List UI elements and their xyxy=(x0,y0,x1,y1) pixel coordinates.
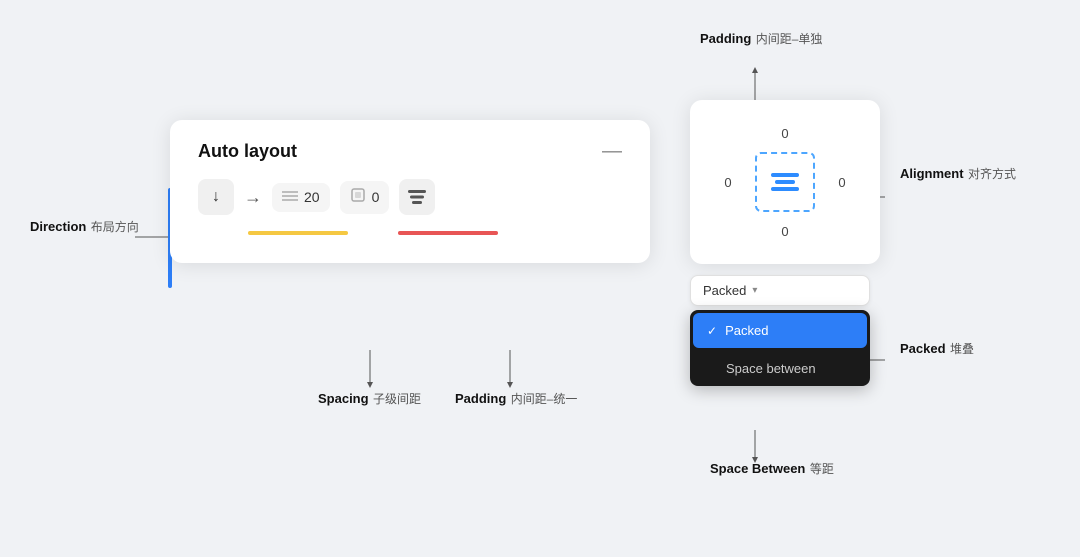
spacing-icon xyxy=(282,189,298,206)
align-bar-bot xyxy=(771,187,799,191)
dropdown-item-packed-label: Packed xyxy=(725,323,768,338)
space-between-annotation-sub: 等距 xyxy=(810,462,834,476)
packed-selector-label: Packed xyxy=(703,283,746,298)
alignment-center-box[interactable] xyxy=(755,152,815,212)
space-between-annotation-title: Space Between xyxy=(710,461,805,476)
dropdown-item-packed[interactable]: ✓ Packed xyxy=(693,313,867,348)
padding-icon xyxy=(350,187,366,208)
panel-header: Auto layout — xyxy=(198,140,622,163)
alignment-panel: 0 0 0 0 xyxy=(690,100,880,264)
annotation-packed: Packed 堆叠 xyxy=(900,340,974,358)
annotation-direction: Direction 布局方向 xyxy=(30,218,139,236)
annotation-padding-unified: Padding 内间距–统一 xyxy=(455,390,577,408)
spacing-annotation-title: Spacing xyxy=(318,391,369,406)
auto-layout-panel: Auto layout — ↓ → 20 xyxy=(170,120,650,263)
dropdown-menu: ✓ Packed Space between xyxy=(690,310,870,386)
padding-single-annotation-title: Padding xyxy=(700,31,751,46)
checkmark-icon: ✓ xyxy=(707,324,717,338)
spacing-control[interactable]: 20 xyxy=(272,183,330,212)
padding-indicator-bar xyxy=(398,231,498,235)
packed-annotation-title: Packed xyxy=(900,341,946,356)
padding-uni-annotation-title: Padding xyxy=(455,391,506,406)
packed-selector[interactable]: Packed ▾ xyxy=(690,275,870,306)
dropdown-item-space-between-label: Space between xyxy=(726,361,816,376)
padding-value[interactable]: 0 xyxy=(372,189,380,205)
chevron-down-icon: ▾ xyxy=(752,285,757,296)
arrow-down-icon: ↓ xyxy=(212,188,220,206)
align-bar-top xyxy=(771,173,799,177)
padding-single-annotation-sub: 内间距–单独 xyxy=(756,32,823,46)
spacing-indicator-bar xyxy=(248,231,348,235)
padding-control[interactable]: 0 xyxy=(340,181,390,214)
annotation-spacing: Spacing 子级间距 xyxy=(318,390,421,408)
dropdown-item-space-between[interactable]: Space between xyxy=(690,351,870,386)
packed-annotation-sub: 堆叠 xyxy=(950,342,974,356)
direction-right-icon: → xyxy=(244,187,262,208)
padding-inputs-grid: 0 0 0 0 xyxy=(708,118,862,246)
panel-title: Auto layout xyxy=(198,141,297,162)
alignment-icon xyxy=(771,173,799,191)
panel-controls: ↓ → 20 0 xyxy=(198,179,622,215)
align-bar-mid xyxy=(775,180,795,184)
padding-right-value[interactable]: 0 xyxy=(827,175,857,190)
padding-left-value[interactable]: 0 xyxy=(713,175,743,190)
padding-uni-annotation-sub: 内间距–统一 xyxy=(511,392,578,406)
packed-dropdown-area: Packed ▾ ✓ Packed Space between xyxy=(690,275,870,386)
direction-annotation-title: Direction xyxy=(30,219,86,234)
spacing-value[interactable]: 20 xyxy=(304,189,320,205)
padding-top-value[interactable]: 0 xyxy=(770,126,800,141)
align-button[interactable] xyxy=(399,179,435,215)
annotation-padding-single: Padding 内间距–单独 xyxy=(700,30,822,48)
panel-minus-button[interactable]: — xyxy=(602,140,622,163)
annotation-alignment: Alignment 对齐方式 xyxy=(900,165,1016,183)
direction-down-button[interactable]: ↓ xyxy=(198,179,234,215)
spacing-annotation-sub: 子级间距 xyxy=(373,392,421,406)
alignment-annotation-sub: 对齐方式 xyxy=(968,167,1016,181)
padding-bottom-value[interactable]: 0 xyxy=(770,224,800,239)
annotation-space-between: Space Between 等距 xyxy=(710,460,834,478)
direction-annotation-sub: 布局方向 xyxy=(91,220,139,234)
alignment-annotation-title: Alignment xyxy=(900,166,964,181)
